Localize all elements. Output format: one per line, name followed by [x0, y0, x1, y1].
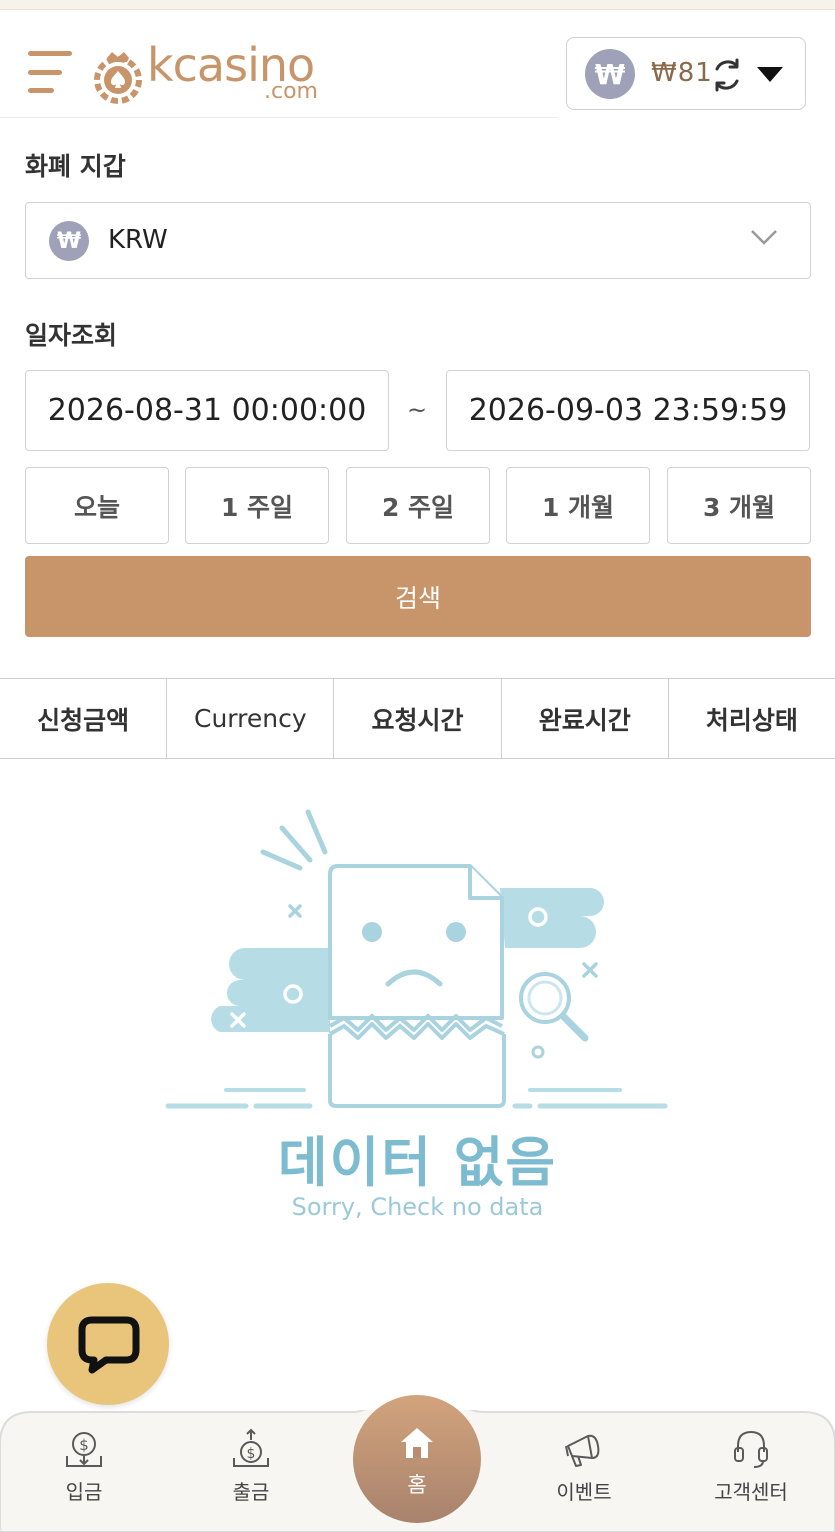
nav-support[interactable]: 고객센터 [691, 1428, 811, 1518]
range-1week-button[interactable]: 1 주일 [185, 467, 329, 544]
nav-event[interactable]: 이벤트 [524, 1428, 644, 1518]
header-divider [0, 117, 558, 118]
chat-button[interactable] [47, 1283, 169, 1405]
column-currency: Currency [167, 679, 335, 758]
empty-state-title: 데이터 없음 [277, 1131, 558, 1194]
svg-text:$: $ [79, 1436, 89, 1454]
search-button[interactable]: 검색 [25, 556, 811, 637]
headset-icon [734, 1430, 768, 1468]
nav-withdraw-label: 출금 [232, 1480, 270, 1504]
chevron-down-icon [751, 230, 777, 245]
svg-text:$: $ [247, 1446, 256, 1462]
currency-select[interactable]: ₩ KRW [25, 202, 811, 279]
column-amount: 신청금액 [0, 679, 168, 758]
range-1month-button[interactable]: 1 개월 [506, 467, 650, 544]
caret-down-icon[interactable] [757, 67, 783, 82]
megaphone-icon [565, 1434, 600, 1467]
wallet-balance-dropdown[interactable]: ₩ ₩81 [566, 37, 806, 110]
top-strip [0, 0, 835, 10]
range-3month-button[interactable]: 3 개월 [667, 467, 811, 544]
wallet-amount: ₩81 [651, 58, 713, 88]
range-today-button[interactable]: 오늘 [25, 467, 169, 544]
chat-icon [78, 1316, 140, 1374]
won-icon: ₩ [585, 49, 635, 99]
no-data-illustration [165, 809, 668, 1109]
end-date-input[interactable]: 2026-09-03 23:59:59 [446, 370, 810, 451]
won-icon: ₩ [49, 221, 89, 261]
empty-state-subtitle: Sorry, Check no data [291, 1193, 544, 1221]
column-complete-time: 완료시간 [502, 679, 669, 758]
app-header: kcasino .com ₩ ₩81 [0, 10, 835, 118]
nav-home-label: 홈 [407, 1473, 427, 1497]
nav-home[interactable]: 홈 [353, 1395, 481, 1523]
withdraw-icon: $ [233, 1428, 269, 1467]
refresh-icon[interactable] [709, 57, 745, 93]
bottom-navigation: $ 입금 $ 출금 홈 이벤트 고객센터 [0, 1395, 835, 1532]
column-status: 처리상태 [705, 705, 798, 735]
range-2week-button[interactable]: 2 주일 [346, 467, 490, 544]
nav-withdraw[interactable]: $ 출금 [191, 1428, 311, 1518]
casino-chip-icon [94, 52, 142, 104]
date-section-label: 일자조회 [25, 321, 118, 350]
nav-event-label: 이벤트 [556, 1480, 612, 1504]
date-separator: ~ [407, 396, 428, 424]
logo[interactable]: kcasino .com [92, 38, 332, 106]
logo-domain: .com [264, 79, 318, 104]
start-date-input[interactable]: 2026-08-31 00:00:00 [25, 370, 389, 451]
menu-icon[interactable] [28, 51, 74, 95]
nav-support-label: 고객센터 [714, 1480, 788, 1504]
nav-deposit[interactable]: $ 입금 [24, 1428, 144, 1518]
nav-deposit-label: 입금 [65, 1480, 103, 1504]
deposit-icon: $ [66, 1432, 102, 1467]
home-icon [401, 1428, 433, 1458]
table-header: 신청금액 Currency 요청시간 완료시간 처리상태 [0, 678, 835, 759]
wallet-section-label: 화폐 지갑 [25, 152, 126, 181]
column-request-time: 요청시간 [334, 679, 502, 758]
currency-select-value: KRW [108, 225, 168, 255]
